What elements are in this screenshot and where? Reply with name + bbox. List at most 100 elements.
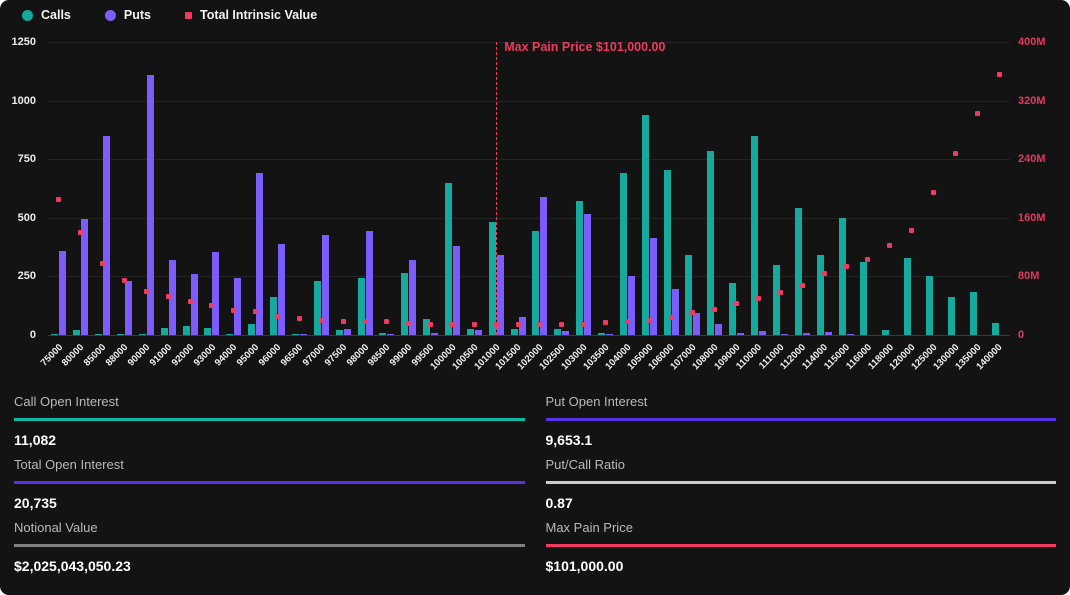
puts-bar[interactable] xyxy=(125,281,132,335)
puts-bar[interactable] xyxy=(628,276,635,335)
calls-bar[interactable] xyxy=(445,183,452,335)
puts-bar[interactable] xyxy=(431,333,438,335)
intrinsic-marker[interactable] xyxy=(581,322,586,327)
calls-bar[interactable] xyxy=(795,208,802,335)
intrinsic-marker[interactable] xyxy=(450,322,455,327)
puts-bar[interactable] xyxy=(759,331,766,335)
intrinsic-marker[interactable] xyxy=(756,296,761,301)
intrinsic-marker[interactable] xyxy=(56,197,61,202)
intrinsic-marker[interactable] xyxy=(122,278,127,283)
intrinsic-marker[interactable] xyxy=(100,261,105,266)
intrinsic-marker[interactable] xyxy=(253,309,258,314)
puts-bar[interactable] xyxy=(584,214,591,335)
intrinsic-marker[interactable] xyxy=(78,230,83,235)
legend-item-calls[interactable]: Calls xyxy=(22,8,71,22)
calls-bar[interactable] xyxy=(817,255,824,335)
calls-bar[interactable] xyxy=(598,333,605,335)
intrinsic-marker[interactable] xyxy=(188,299,193,304)
intrinsic-marker[interactable] xyxy=(144,289,149,294)
puts-bar[interactable] xyxy=(803,333,810,335)
intrinsic-marker[interactable] xyxy=(734,301,739,306)
calls-bar[interactable] xyxy=(948,297,955,335)
intrinsic-marker[interactable] xyxy=(231,308,236,313)
intrinsic-marker[interactable] xyxy=(887,243,892,248)
puts-bar[interactable] xyxy=(344,329,351,335)
calls-bar[interactable] xyxy=(882,330,889,335)
intrinsic-marker[interactable] xyxy=(975,111,980,116)
calls-bar[interactable] xyxy=(336,330,343,335)
calls-bar[interactable] xyxy=(226,334,233,335)
calls-bar[interactable] xyxy=(489,222,496,335)
puts-bar[interactable] xyxy=(234,278,241,335)
puts-bar[interactable] xyxy=(475,330,482,335)
puts-bar[interactable] xyxy=(81,219,88,335)
intrinsic-marker[interactable] xyxy=(428,322,433,327)
calls-bar[interactable] xyxy=(161,328,168,335)
calls-bar[interactable] xyxy=(904,258,911,335)
intrinsic-marker[interactable] xyxy=(822,271,827,276)
puts-bar[interactable] xyxy=(606,334,613,335)
puts-bar[interactable] xyxy=(693,313,700,335)
intrinsic-marker[interactable] xyxy=(319,318,324,323)
intrinsic-marker[interactable] xyxy=(865,257,870,262)
calls-bar[interactable] xyxy=(204,328,211,335)
calls-bar[interactable] xyxy=(839,218,846,335)
legend-item-puts[interactable]: Puts xyxy=(105,8,151,22)
intrinsic-marker[interactable] xyxy=(166,294,171,299)
calls-bar[interactable] xyxy=(358,278,365,335)
puts-bar[interactable] xyxy=(147,75,154,335)
intrinsic-marker[interactable] xyxy=(406,321,411,326)
intrinsic-marker[interactable] xyxy=(778,290,783,295)
calls-bar[interactable] xyxy=(926,276,933,335)
intrinsic-marker[interactable] xyxy=(209,303,214,308)
intrinsic-marker[interactable] xyxy=(384,319,389,324)
intrinsic-marker[interactable] xyxy=(690,310,695,315)
puts-bar[interactable] xyxy=(715,324,722,335)
intrinsic-marker[interactable] xyxy=(953,151,958,156)
calls-bar[interactable] xyxy=(860,262,867,335)
puts-bar[interactable] xyxy=(103,136,110,335)
intrinsic-marker[interactable] xyxy=(997,72,1002,77)
calls-bar[interactable] xyxy=(620,173,627,335)
puts-bar[interactable] xyxy=(300,334,307,335)
intrinsic-marker[interactable] xyxy=(472,322,477,327)
calls-bar[interactable] xyxy=(511,329,518,335)
calls-bar[interactable] xyxy=(248,324,255,335)
puts-bar[interactable] xyxy=(212,252,219,335)
calls-bar[interactable] xyxy=(970,292,977,335)
calls-bar[interactable] xyxy=(576,201,583,335)
intrinsic-marker[interactable] xyxy=(297,316,302,321)
puts-bar[interactable] xyxy=(387,334,394,335)
calls-bar[interactable] xyxy=(751,136,758,335)
puts-bar[interactable] xyxy=(191,274,198,335)
calls-bar[interactable] xyxy=(314,281,321,335)
intrinsic-marker[interactable] xyxy=(844,264,849,269)
intrinsic-marker[interactable] xyxy=(909,228,914,233)
puts-bar[interactable] xyxy=(59,251,66,335)
puts-bar[interactable] xyxy=(562,331,569,335)
puts-bar[interactable] xyxy=(737,333,744,335)
intrinsic-marker[interactable] xyxy=(516,322,521,327)
intrinsic-marker[interactable] xyxy=(625,319,630,324)
puts-bar[interactable] xyxy=(540,197,547,335)
legend-item-intrinsic[interactable]: Total Intrinsic Value xyxy=(185,8,317,22)
calls-bar[interactable] xyxy=(379,333,386,335)
puts-bar[interactable] xyxy=(825,332,832,335)
calls-bar[interactable] xyxy=(554,329,561,335)
intrinsic-marker[interactable] xyxy=(537,322,542,327)
intrinsic-marker[interactable] xyxy=(275,314,280,319)
puts-bar[interactable] xyxy=(847,334,854,335)
intrinsic-marker[interactable] xyxy=(341,319,346,324)
puts-bar[interactable] xyxy=(781,334,788,335)
calls-bar[interactable] xyxy=(685,255,692,335)
intrinsic-marker[interactable] xyxy=(647,318,652,323)
puts-bar[interactable] xyxy=(278,244,285,335)
puts-bar[interactable] xyxy=(672,289,679,335)
calls-bar[interactable] xyxy=(292,334,299,335)
calls-bar[interactable] xyxy=(773,265,780,335)
intrinsic-marker[interactable] xyxy=(712,307,717,312)
calls-bar[interactable] xyxy=(183,326,190,335)
calls-bar[interactable] xyxy=(532,231,539,335)
intrinsic-marker[interactable] xyxy=(603,320,608,325)
calls-bar[interactable] xyxy=(729,283,736,335)
